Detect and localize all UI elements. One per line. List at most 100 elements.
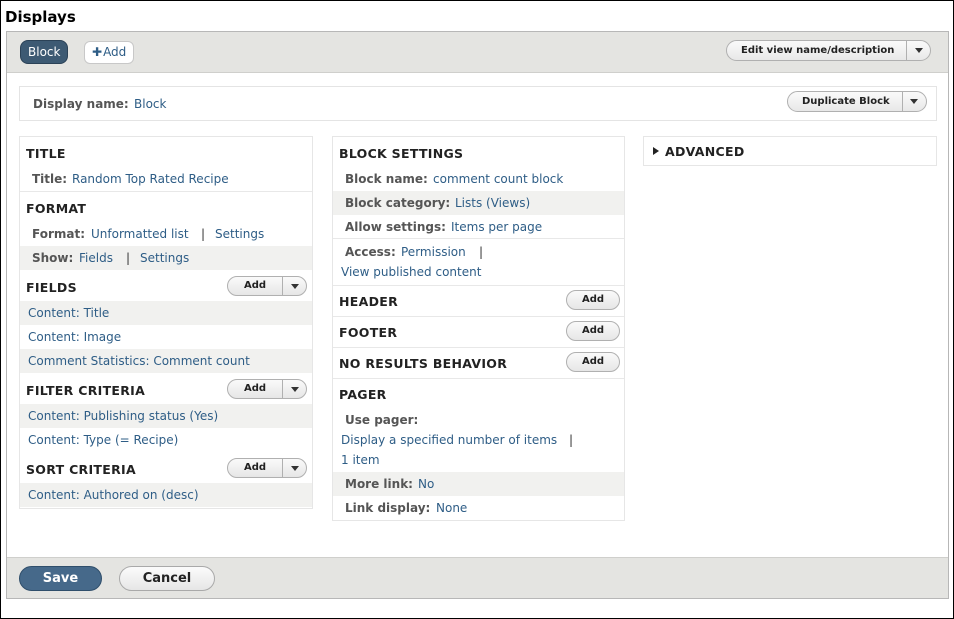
divider [333, 238, 624, 239]
show-link[interactable]: Fields [79, 251, 113, 265]
show-settings-link[interactable]: Settings [140, 251, 189, 265]
format-settings-link[interactable]: Settings [215, 227, 264, 241]
expand-triangle-icon [653, 147, 659, 155]
duplicate-block-dropbutton[interactable]: Duplicate Block [787, 91, 927, 112]
form-actions-bar: Save Cancel [7, 557, 948, 598]
filter-add-toggle[interactable] [282, 380, 306, 398]
plus-icon: ✚ [92, 45, 103, 59]
access-label: Access: [345, 245, 396, 259]
separator: | [479, 245, 484, 259]
field-link[interactable]: Content: Image [28, 330, 121, 344]
block-name-link[interactable]: comment count block [433, 172, 563, 186]
fields-section-heading: FIELDS [26, 280, 77, 295]
column-main: TITLE Title: Random Top Rated Recipe FOR… [19, 136, 313, 509]
allow-settings-link[interactable]: Items per page [451, 220, 542, 234]
cancel-button[interactable]: Cancel [119, 566, 215, 591]
field-link[interactable]: Comment Statistics: Comment count [28, 354, 250, 368]
list-item: Content: Authored on (desc) [20, 483, 312, 507]
access-link[interactable]: Permission [401, 245, 466, 259]
list-item: Content: Title [20, 301, 312, 325]
sort-add-button[interactable]: Add [228, 459, 282, 477]
display-name-label: Display name: [33, 97, 129, 111]
format-section-heading: FORMAT [26, 201, 87, 216]
edit-view-toggle[interactable] [906, 41, 930, 60]
link-display-row: Link display: None [333, 496, 624, 520]
chevron-down-icon [914, 48, 923, 53]
column-settings: BLOCK SETTINGS Block name: comment count… [332, 136, 625, 521]
views-ui-frame: Displays Block ✚Add Edit view name/descr… [0, 0, 954, 619]
pager-items-link[interactable]: 1 item [341, 453, 380, 467]
link-display-value[interactable]: None [436, 501, 467, 515]
access-row: Access: Permission | [333, 240, 624, 264]
title-label: Title: [32, 172, 68, 186]
block-category-row: Block category: Lists (Views) [333, 191, 624, 215]
separator: | [201, 227, 206, 241]
divider [20, 191, 312, 192]
sort-link[interactable]: Content: Authored on (desc) [28, 488, 199, 502]
format-row: Format: Unformatted list | Settings [20, 222, 312, 246]
list-item: Content: Image [20, 325, 312, 349]
header-section-heading: HEADER [339, 294, 399, 309]
chevron-down-icon [910, 99, 919, 104]
filter-add-dropbutton[interactable]: Add [227, 379, 307, 399]
pager-section-heading: PAGER [339, 387, 387, 402]
separator: | [126, 251, 131, 265]
more-link-label: More link: [345, 477, 413, 491]
more-link-value[interactable]: No [418, 477, 434, 491]
link-display-label: Link display: [345, 501, 431, 515]
list-item: Content: Publishing status (Yes) [20, 404, 312, 428]
block-name-label: Block name: [345, 172, 428, 186]
title-link[interactable]: Random Top Rated Recipe [72, 172, 229, 186]
fields-add-dropbutton[interactable]: Add [227, 276, 307, 296]
use-pager-link[interactable]: Display a specified number of items [341, 433, 557, 447]
access-detail-link[interactable]: View published content [341, 265, 481, 279]
display-name-link[interactable]: Block [134, 97, 166, 111]
fields-add-button[interactable]: Add [228, 277, 282, 295]
save-button[interactable]: Save [19, 566, 102, 591]
tab-block[interactable]: Block [21, 41, 68, 63]
format-link[interactable]: Unformatted list [91, 227, 189, 241]
divider [333, 316, 624, 317]
sort-add-dropbutton[interactable]: Add [227, 458, 307, 478]
divider [333, 347, 624, 348]
edit-view-button[interactable]: Edit view name/description [727, 41, 906, 60]
advanced-section[interactable]: ADVANCED [643, 136, 937, 166]
duplicate-block-toggle[interactable] [901, 92, 926, 111]
no-results-heading: NO RESULTS BEHAVIOR [339, 356, 508, 371]
allow-settings-label: Allow settings: [345, 220, 446, 234]
field-link[interactable]: Content: Title [28, 306, 109, 320]
add-display-button[interactable]: ✚Add [84, 41, 135, 64]
title-section-heading: TITLE [26, 146, 66, 161]
sort-add-toggle[interactable] [282, 459, 306, 477]
use-pager-label: Use pager: [345, 413, 419, 427]
filter-link[interactable]: Content: Type (= Recipe) [28, 433, 178, 447]
list-item: Content: Type (= Recipe) [20, 428, 312, 452]
chevron-down-icon [290, 386, 299, 392]
more-link-row: More link: No [333, 472, 624, 496]
header-add-button[interactable]: Add [566, 290, 620, 310]
block-category-link[interactable]: Lists (Views) [455, 196, 530, 210]
add-display-label: Add [103, 45, 127, 59]
sort-section-heading: SORT CRITERIA [26, 462, 136, 477]
show-label: Show: [32, 251, 74, 265]
chevron-down-icon [290, 465, 299, 471]
fields-add-toggle[interactable] [282, 277, 306, 295]
page-title: Displays [5, 8, 76, 26]
displays-panel: Block ✚Add Edit view name/description Di… [6, 31, 949, 599]
duplicate-block-button[interactable]: Duplicate Block [788, 92, 902, 111]
advanced-toggle[interactable]: ADVANCED [665, 144, 745, 159]
footer-add-button[interactable]: Add [566, 321, 620, 341]
edit-view-dropbutton[interactable]: Edit view name/description [726, 40, 932, 61]
allow-settings-row: Allow settings: Items per page [333, 215, 624, 239]
footer-section-heading: FOOTER [339, 325, 398, 340]
title-row: Title: Random Top Rated Recipe [20, 167, 312, 191]
show-row: Show: Fields | Settings [20, 246, 312, 270]
filter-add-button[interactable]: Add [228, 380, 282, 398]
divider [333, 285, 624, 286]
format-label: Format: [32, 227, 86, 241]
no-results-add-button[interactable]: Add [566, 352, 620, 372]
filter-link[interactable]: Content: Publishing status (Yes) [28, 409, 218, 423]
divider [333, 378, 624, 379]
use-pager-row: Use pager: [333, 408, 624, 432]
block-name-row: Block name: comment count block [333, 167, 624, 191]
